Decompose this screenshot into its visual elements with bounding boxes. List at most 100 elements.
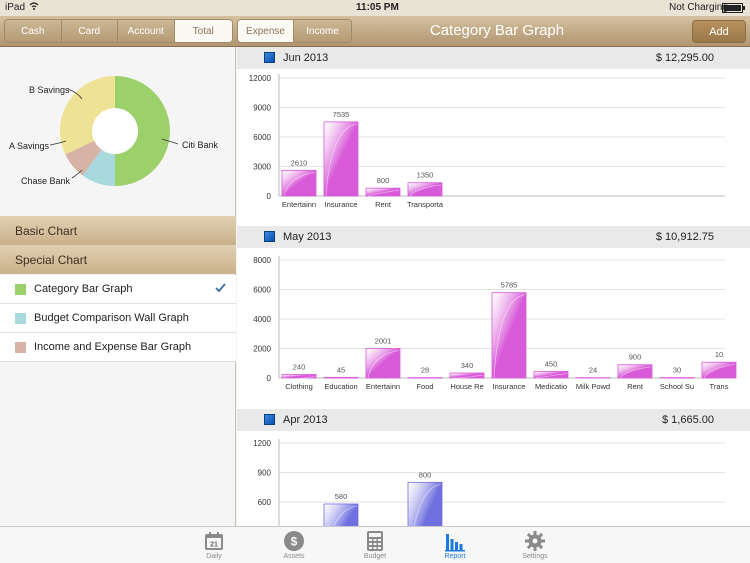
report-panel[interactable]: Jun 2013 $ 12,295.00 0 3000 6000 9000 12000 2… [237, 47, 750, 526]
tab-settings[interactable]: Settings [510, 530, 560, 560]
x-category-label: Trans [710, 382, 729, 391]
svg-text:21: 21 [210, 542, 218, 549]
status-bar: iPad 11:05 PM Not Charging [0, 0, 750, 16]
month-name: Apr 2013 [283, 414, 328, 426]
month-total: $ 12,295.00 [655, 52, 714, 64]
bar-value-label: 340 [461, 361, 474, 370]
month-name: Jun 2013 [283, 52, 329, 64]
x-category-label: Food [416, 382, 433, 391]
y-tick-label: 3000 [253, 163, 271, 172]
bar-value-label: 45 [337, 365, 345, 374]
x-category-label: Entertainn [282, 200, 316, 209]
bar-value-label: 10 [715, 350, 723, 359]
x-category-label: Insurance [325, 200, 358, 209]
left-panel: B Savings A Savings Chase Bank Citi Bank… [0, 47, 236, 526]
tab-bar: 21 Daily $ Assets Budget Report Settings [0, 526, 750, 563]
tab-income[interactable]: Income [294, 20, 351, 42]
x-category-label: Transporta [407, 200, 444, 209]
x-category-label: Rent [375, 200, 392, 209]
bar-value-label: 2001 [375, 336, 392, 345]
tab-cash[interactable]: Cash [5, 20, 62, 42]
tab-card[interactable]: Card [61, 20, 118, 42]
x-category-label: Milk Powd [576, 382, 610, 391]
list-item-label: Income and Expense Bar Graph [34, 341, 192, 353]
bar-value-label: 30 [673, 366, 681, 375]
bar-value-label: 800 [419, 470, 432, 479]
checkmark-icon [215, 283, 226, 296]
calculator-icon [367, 531, 383, 551]
pie-label-chase-bank: Chase Bank [21, 176, 71, 186]
y-tick-label: 6000 [253, 286, 271, 295]
tab-label: Report [444, 553, 466, 560]
svg-text:$: $ [291, 535, 298, 549]
x-category-label: Education [324, 382, 357, 391]
color-swatch [15, 341, 26, 353]
battery-icon [722, 3, 746, 16]
color-swatch [15, 283, 26, 295]
bar-value-label: 900 [629, 353, 642, 362]
x-category-label: Medicatio [535, 382, 567, 391]
x-category-label: House Re [450, 382, 483, 391]
bar[interactable] [617, 364, 653, 379]
tab-daily[interactable]: 21 Daily [189, 530, 239, 560]
bar[interactable] [491, 292, 527, 379]
bar-chart-icon [445, 534, 465, 552]
x-category-label: School Su [660, 382, 694, 391]
battery-status: Not Charging [669, 2, 728, 13]
bar[interactable] [407, 182, 443, 197]
account-pie-chart: B Savings A Savings Chase Bank Citi Bank [9, 76, 219, 186]
tab-label: Assets [283, 553, 305, 560]
y-tick-label: 9000 [253, 104, 271, 113]
list-item-category-bar-graph[interactable]: Category Bar Graph [0, 275, 236, 304]
bar-value-label: 580 [335, 492, 348, 501]
y-tick-label: 1200 [253, 439, 271, 448]
bar-value-label: 7535 [333, 110, 350, 119]
month-cube-icon [264, 414, 275, 425]
month-header-may-2013[interactable]: May 2013 $ 10,912.75 [237, 226, 750, 248]
section-basic-chart[interactable]: Basic Chart [0, 216, 236, 245]
y-tick-label: 600 [258, 498, 272, 507]
tab-assets[interactable]: $ Assets [269, 530, 319, 560]
month-header-jun-2013[interactable]: Jun 2013 $ 12,295.00 [237, 47, 750, 69]
y-tick-label: 0 [267, 374, 272, 383]
month-total: $ 10,912.75 [655, 231, 714, 243]
month-name: May 2013 [283, 231, 332, 243]
bar-chart-may-2013: 0 2000 4000 6000 8000 240 Clothing 45 Education 2… [253, 256, 737, 391]
list-item-income-expense-bar-graph[interactable]: Income and Expense Bar Graph [0, 333, 236, 362]
month-header-apr-2013[interactable]: Apr 2013 $ 1,665.00 [237, 409, 750, 431]
bar[interactable] [281, 374, 317, 379]
x-category-label: Insurance [493, 382, 526, 391]
tab-account[interactable]: Account [118, 20, 175, 42]
bar[interactable] [323, 376, 359, 379]
bar-value-label: 450 [545, 359, 558, 368]
month-total: $ 1,665.00 [662, 414, 714, 426]
bar-value-label: 1350 [417, 171, 434, 180]
list-item-label: Budget Comparison Wall Graph [34, 312, 189, 324]
bar[interactable] [407, 481, 443, 526]
bar[interactable] [281, 169, 317, 197]
y-tick-label: 900 [258, 469, 272, 478]
tab-budget[interactable]: Budget [350, 530, 400, 560]
bar[interactable] [323, 121, 359, 197]
type-segmented-control: Expense Income [237, 19, 352, 43]
tab-report[interactable]: Report [430, 530, 480, 560]
tab-total[interactable]: Total [174, 20, 232, 42]
section-special-chart[interactable]: Special Chart [0, 245, 236, 274]
page-title: Category Bar Graph [429, 22, 565, 39]
month-cube-icon [264, 231, 275, 242]
list-item-budget-comparison-wall-graph[interactable]: Budget Comparison Wall Graph [0, 304, 236, 333]
pie-center-hole [92, 108, 138, 154]
tab-expense[interactable]: Expense [238, 20, 295, 42]
bar[interactable] [533, 370, 569, 379]
bar-chart-apr-2013: 600 900 1200 580 800 [253, 439, 725, 526]
clock: 11:05 PM [356, 2, 399, 13]
y-tick-label: 2000 [253, 345, 271, 354]
device-label: iPad [5, 2, 26, 13]
tab-label: Daily [206, 553, 222, 560]
y-tick-label: 12000 [249, 74, 272, 83]
x-category-label: Clothing [285, 382, 313, 391]
bar[interactable] [365, 348, 401, 379]
tab-label: Settings [522, 553, 548, 560]
x-category-label: Rent [627, 382, 644, 391]
add-button[interactable]: Add [692, 20, 746, 43]
